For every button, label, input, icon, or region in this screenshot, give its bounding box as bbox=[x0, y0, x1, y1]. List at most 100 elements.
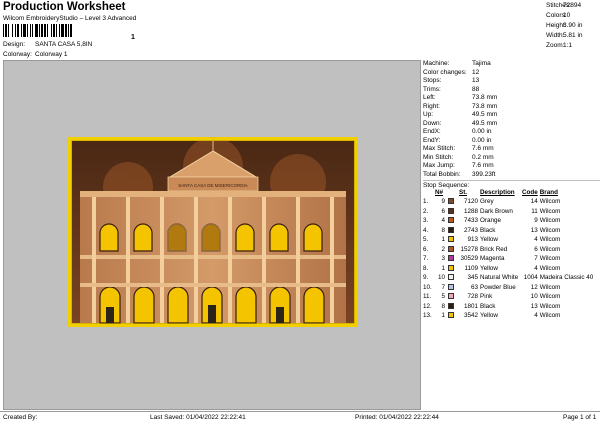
stat-value: 7.6 mm bbox=[472, 145, 494, 152]
stat-value: 0.00 in bbox=[472, 136, 492, 144]
row-brand: Madeira Classic 40 bbox=[539, 274, 594, 281]
row-swatch bbox=[448, 311, 459, 321]
left-row: Left: 73.8 mm bbox=[423, 94, 600, 103]
stops-row: Stops: 13 bbox=[423, 77, 600, 86]
row-index: 13. bbox=[423, 312, 432, 319]
stat-label: Down: bbox=[423, 119, 442, 127]
color-swatch bbox=[448, 302, 454, 309]
total-bobbin-row: Total Bobbin: 399.23ft bbox=[423, 171, 600, 180]
row-brand: Wilcom bbox=[539, 198, 561, 205]
col-code: Code bbox=[522, 189, 538, 197]
table-row: 9. 10 345 Natural White 1004 Madeira Classic … bbox=[423, 273, 593, 283]
row-code: 13 bbox=[530, 226, 538, 234]
row-code: 9 bbox=[534, 217, 538, 224]
row-index: 4. bbox=[423, 226, 429, 234]
design-row: Design: SANTA CASA 5,8IN bbox=[3, 41, 92, 48]
row-brand: Wilcom bbox=[539, 312, 561, 319]
zoom-row: Zoom: 1:1 bbox=[546, 41, 600, 51]
stitches-row: Stitches: 72894 bbox=[546, 1, 600, 11]
endx-row: EndX: 0.00 in bbox=[423, 128, 600, 137]
row-index: 7. bbox=[423, 255, 429, 262]
stat-label: Stops: bbox=[423, 77, 442, 84]
right-row: Right: 73.8 mm bbox=[423, 103, 600, 112]
row-code: 4 bbox=[534, 312, 538, 319]
row-index: 10. bbox=[423, 283, 432, 291]
stat-value: 399.23ft bbox=[472, 170, 496, 178]
row-description: Magenta bbox=[480, 255, 505, 262]
row-stitches: 345 bbox=[467, 274, 478, 281]
stat-label: Trims: bbox=[423, 85, 441, 93]
row-swatch bbox=[448, 197, 459, 207]
row-description: Brick Red bbox=[480, 245, 508, 253]
row-index: 1. bbox=[423, 198, 429, 205]
color-swatch bbox=[448, 236, 454, 243]
row-code: 7 bbox=[534, 255, 538, 262]
row-code: 14 bbox=[530, 198, 538, 205]
row-needle: 1 bbox=[441, 312, 445, 319]
stat-value: 1:1 bbox=[563, 42, 573, 49]
stat-value: 13 bbox=[472, 77, 480, 84]
up-row: Up: 49.5 mm bbox=[423, 111, 600, 120]
row-index: 3. bbox=[423, 217, 429, 224]
printed-date: Printed: 01/04/2022 22:22:44 bbox=[355, 414, 439, 421]
stat-label: EndY: bbox=[423, 136, 441, 144]
row-index: 9. bbox=[423, 274, 429, 281]
row-needle: 2 bbox=[441, 245, 445, 253]
row-code: 4 bbox=[534, 236, 538, 243]
row-brand: Wilcom bbox=[539, 264, 561, 272]
row-needle: 7 bbox=[441, 283, 445, 291]
row-description: Black bbox=[480, 302, 496, 310]
table-row: 4. 8 2743 Black 13 Wilcom bbox=[423, 226, 593, 236]
row-description: Dark Brown bbox=[480, 207, 513, 215]
table-row: 12. 8 1801 Black 13 Wilcom bbox=[423, 302, 593, 312]
last-saved: Last Saved: 01/04/2022 22:22:41 bbox=[150, 414, 246, 421]
row-index: 12. bbox=[423, 302, 432, 310]
color-swatch bbox=[448, 226, 454, 233]
row-stitches: 15278 bbox=[460, 245, 478, 253]
row-swatch bbox=[448, 264, 459, 274]
stat-label: Zoom: bbox=[546, 42, 565, 49]
row-description: Powder Blue bbox=[480, 283, 516, 291]
footer: Created By: Last Saved: 01/04/2022 22:22… bbox=[0, 411, 600, 424]
stat-label: Right: bbox=[423, 102, 440, 110]
row-swatch bbox=[448, 207, 459, 217]
row-needle: 8 bbox=[441, 226, 445, 234]
stat-label: Color changes: bbox=[423, 68, 467, 76]
row-code: 1004 bbox=[523, 274, 538, 281]
row-brand: Wilcom bbox=[539, 245, 561, 253]
table-row: 11. 5 728 Pink 10 Wilcom bbox=[423, 292, 593, 302]
design-label: Design: bbox=[3, 41, 26, 48]
stop-sequence-table: N# St. Description Code Brand 1. 9 7120 Gre… bbox=[423, 189, 593, 321]
color-swatch bbox=[448, 207, 454, 214]
design-canvas[interactable]: SANTA CASA DE MISERICORDIA bbox=[3, 60, 421, 410]
color-changes-row: Color changes: 12 bbox=[423, 69, 600, 78]
row-brand: Wilcom bbox=[539, 226, 561, 234]
stat-value: 7.6 mm bbox=[472, 162, 494, 169]
stats-panel: Machine: Tajima Color changes: 12 Stops: 13… bbox=[423, 60, 600, 321]
row-description: Pink bbox=[480, 293, 493, 300]
barcode bbox=[3, 24, 131, 37]
summary-stats: Stitches: 72894 Colors: 10 Height: 3.90 in … bbox=[546, 1, 600, 51]
width-row: Width: 5.81 in bbox=[546, 31, 600, 41]
row-index: 2. bbox=[423, 207, 429, 215]
table-row: 8. 1 1109 Yellow 4 Wilcom bbox=[423, 264, 593, 274]
stat-value: 73.8 mm bbox=[472, 102, 498, 110]
color-swatch bbox=[448, 283, 454, 290]
color-swatch bbox=[448, 264, 454, 271]
stat-label: EndX: bbox=[423, 128, 441, 135]
stat-label: Min Stitch: bbox=[423, 153, 454, 161]
col-needle: N# bbox=[435, 189, 444, 197]
row-swatch bbox=[448, 283, 459, 293]
color-swatch bbox=[448, 293, 454, 300]
row-stitches: 63 bbox=[470, 283, 478, 291]
col-stitches: St. bbox=[459, 189, 468, 197]
stat-value: 88 bbox=[472, 85, 480, 93]
table-row: 13. 1 3542 Yellow 4 Wilcom bbox=[423, 311, 593, 321]
color-swatch bbox=[448, 274, 454, 281]
row-stitches: 2743 bbox=[463, 226, 478, 234]
stat-label: Total Bobbin: bbox=[423, 170, 461, 178]
stat-label: Machine: bbox=[423, 60, 450, 67]
row-stitches: 30529 bbox=[460, 255, 478, 262]
colors-row: Colors: 10 bbox=[546, 11, 600, 21]
page-title: Production Worksheet bbox=[3, 1, 126, 13]
